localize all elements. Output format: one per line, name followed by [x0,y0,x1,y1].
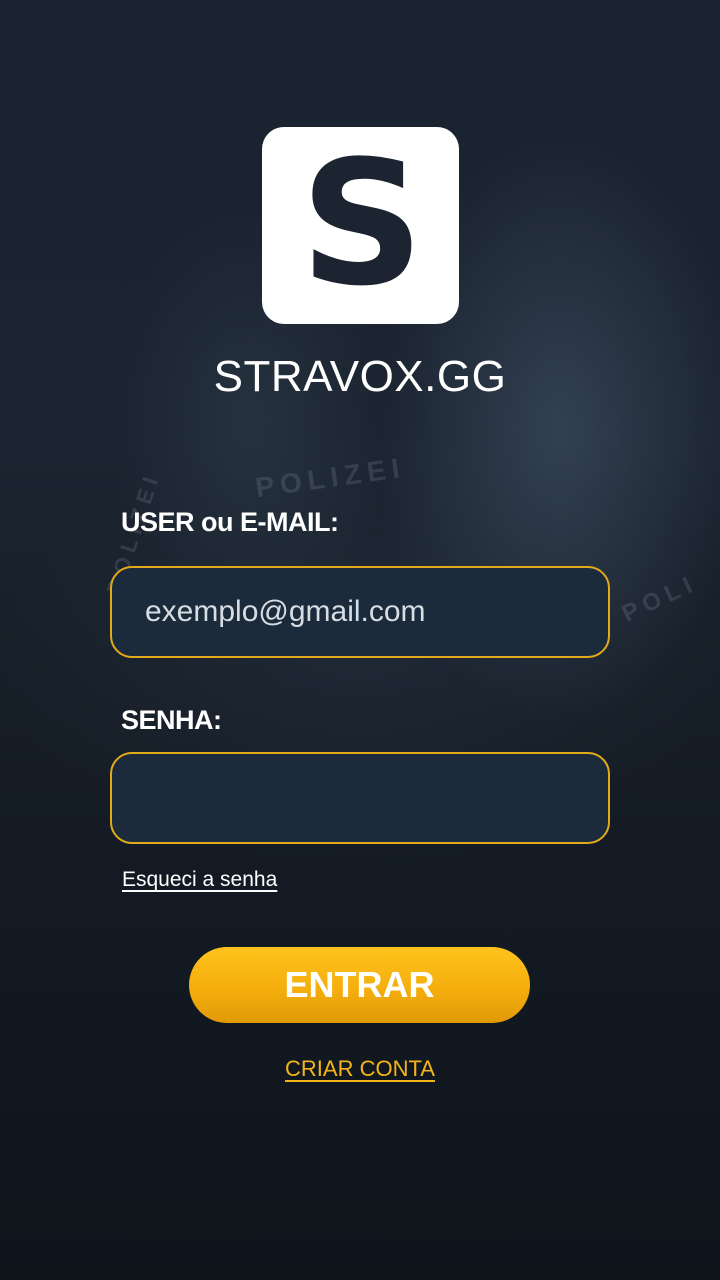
user-email-input[interactable] [110,566,610,658]
app-logo: S [262,127,459,324]
create-account-link[interactable]: CRIAR CONTA [0,1056,720,1082]
background-patch-text: POLI [617,569,702,628]
brand-name: STRAVOX.GG [213,352,507,401]
background-patch-text: POLIZEI [253,451,408,504]
password-field-label: SENHA: [121,705,222,735]
logo-letter-icon: S [300,127,424,324]
user-field-label: USER ou E-MAIL: [121,507,339,537]
password-input[interactable] [110,752,610,844]
login-button[interactable]: ENTRAR [189,947,530,1023]
logo-letter: S [300,127,424,324]
forgot-password-link[interactable]: Esqueci a senha [122,868,277,892]
